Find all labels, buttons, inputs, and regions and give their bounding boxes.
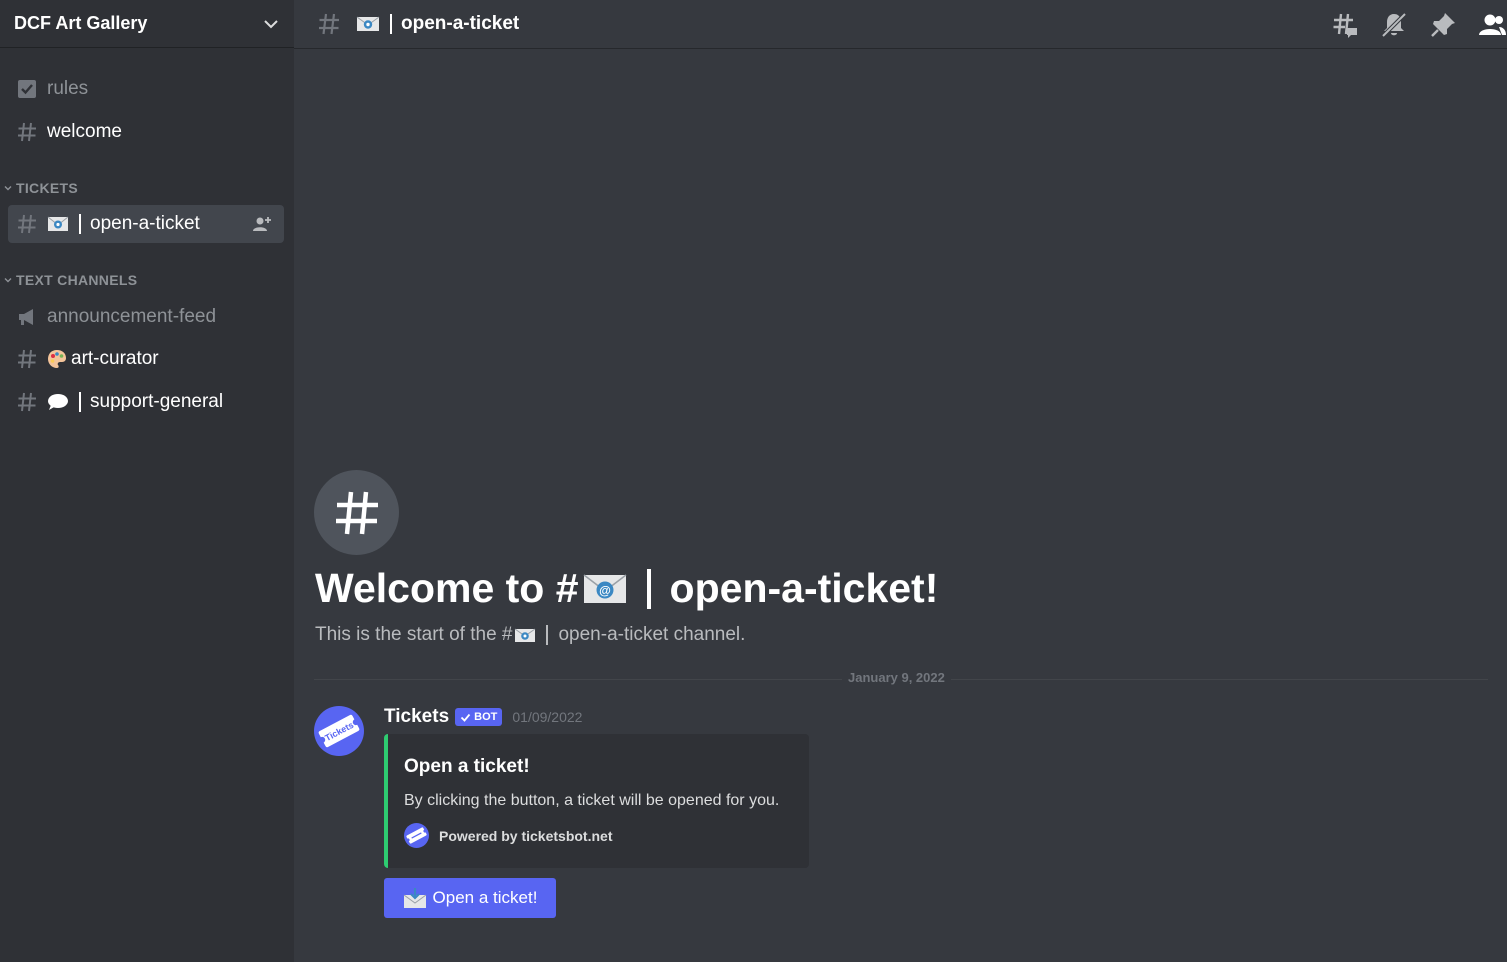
separator-bar: [546, 625, 549, 645]
open-ticket-button-label: Open a ticket!: [432, 888, 538, 907]
hash-icon: [18, 122, 36, 142]
welcome-hash-badge: [314, 470, 399, 555]
bot-tag: BOT: [455, 708, 503, 726]
server-name: DCF Art Gallery: [14, 13, 148, 33]
add-member-icon[interactable]: [252, 215, 272, 233]
megaphone-icon: [19, 309, 33, 325]
channel-header: open-a-ticket: [294, 0, 1507, 49]
channel-label: open-a-ticket: [90, 213, 200, 234]
separator-bar: [79, 392, 81, 412]
hash-icon: [18, 349, 36, 369]
channel-open-a-ticket[interactable]: open-a-ticket: [8, 205, 284, 243]
channel-support-general[interactable]: support-general: [8, 383, 284, 421]
channel-label: welcome: [47, 121, 122, 142]
notification-mute-icon: [1381, 12, 1407, 37]
channel-art-curator[interactable]: art-curator: [8, 340, 284, 378]
welcome-subtitle-suffix: open-a-ticket channel.: [558, 624, 746, 645]
message-header: Tickets BOT 01/09/2022: [384, 706, 582, 728]
header-toolbar: [1311, 0, 1507, 49]
avatar[interactable]: Tickets: [314, 706, 364, 756]
chevron-down-icon[interactable]: [262, 15, 280, 33]
server-header[interactable]: DCF Art Gallery: [0, 0, 294, 48]
channel-sidebar: DCF Art Gallery rules welcome TICKETS op…: [0, 0, 294, 962]
ticket-logo-icon: [404, 823, 429, 848]
open-ticket-button[interactable]: Open a ticket!: [384, 878, 556, 918]
pin-icon: [1431, 12, 1455, 37]
channel-label: art-curator: [71, 348, 159, 369]
hash-icon: [319, 13, 339, 35]
welcome-subtitle: This is the start of the # open-a-ticket…: [315, 624, 745, 646]
envelope-icon: [356, 16, 380, 31]
channel-label: rules: [47, 78, 89, 99]
channel-welcome[interactable]: welcome: [8, 113, 284, 151]
palette-icon: [48, 350, 66, 368]
separator-bar: [79, 214, 81, 234]
channel-announcement-feed[interactable]: announcement-feed: [8, 298, 284, 336]
verified-check-icon: [461, 713, 471, 722]
hash-icon: [18, 392, 36, 412]
message-timestamp: 01/09/2022: [512, 709, 583, 725]
notification-settings-button[interactable]: [1379, 10, 1409, 40]
envelope-icon: @: [583, 573, 627, 603]
member-list-button[interactable]: [1477, 10, 1507, 40]
pinned-messages-button[interactable]: [1428, 10, 1458, 40]
rules-checkbox-icon: [18, 80, 36, 98]
category-label: TICKETS: [16, 180, 78, 196]
chevron-down-icon: [4, 186, 12, 191]
envelope-icon: [515, 628, 536, 642]
embed-footer: Powered by ticketsbot.net: [404, 823, 612, 848]
category-label: TEXT CHANNELS: [16, 272, 138, 288]
channel-label: support-general: [90, 391, 224, 412]
message-embed: Open a ticket! By clicking the button, a…: [384, 734, 809, 868]
speech-bubble-icon: [48, 394, 68, 410]
welcome-subtitle-prefix: This is the start of the #: [315, 624, 513, 645]
hash-icon: [18, 214, 36, 234]
embed-footer-text: Powered by ticketsbot.net: [439, 827, 613, 844]
hash-icon: [335, 491, 378, 534]
embed-title: Open a ticket!: [404, 756, 530, 777]
embed-description: By clicking the button, a ticket will be…: [404, 792, 780, 809]
threads-icon: [1333, 13, 1357, 38]
channel-label: announcement-feed: [47, 306, 217, 327]
svg-text:@: @: [599, 583, 611, 597]
date-divider-label: January 9, 2022: [842, 670, 951, 685]
envelope-incoming-icon: [403, 888, 426, 908]
threads-button[interactable]: [1330, 10, 1360, 40]
welcome-title-prefix: Welcome to #: [315, 565, 579, 611]
welcome-title-channel: open-a-ticket!: [669, 565, 939, 611]
envelope-icon: [47, 216, 69, 231]
channel-rules[interactable]: rules: [8, 70, 284, 108]
message-author[interactable]: Tickets: [384, 706, 449, 728]
channel-title: open-a-ticket: [401, 13, 520, 34]
separator-bar: [390, 14, 392, 34]
category-text-channels[interactable]: TEXT CHANNELS: [0, 270, 137, 290]
members-icon: [1479, 14, 1506, 35]
chevron-down-icon: [4, 278, 12, 283]
ticket-logo-icon: Tickets: [318, 714, 360, 748]
separator-bar: [646, 568, 651, 609]
welcome-title: Welcome to # @ open-a-ticket!: [315, 565, 938, 612]
category-tickets[interactable]: TICKETS: [0, 178, 78, 198]
bot-tag-label: BOT: [474, 711, 498, 723]
